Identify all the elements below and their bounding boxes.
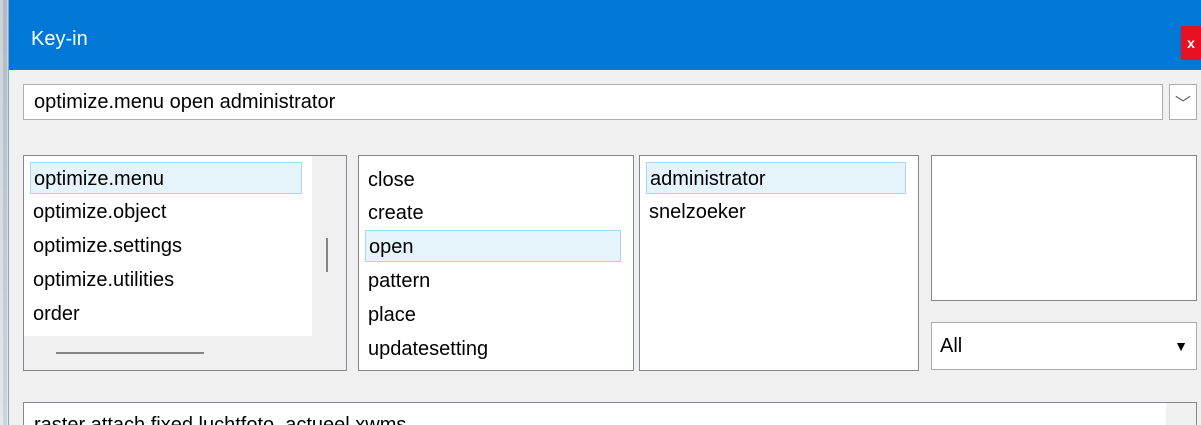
close-button[interactable]: x xyxy=(1181,26,1201,60)
dropdown-arrow-icon: ▼ xyxy=(1174,338,1188,354)
keyin-list-extra[interactable] xyxy=(931,155,1197,301)
list-item[interactable]: raster attach fixed luchtfoto_actueel.xw… xyxy=(34,413,406,425)
vertical-scrollbar[interactable] xyxy=(1166,403,1196,425)
keyin-input[interactable] xyxy=(24,85,1162,119)
filter-selected-value: All xyxy=(940,335,963,357)
list-item[interactable]: optimize.utilities xyxy=(30,264,174,296)
list-item[interactable]: administrator xyxy=(646,162,906,194)
list-item[interactable]: optimize.settings xyxy=(30,230,182,262)
vertical-scrollbar[interactable] xyxy=(312,156,346,370)
filter-dropdown[interactable]: All ▼ xyxy=(931,322,1197,370)
horizontal-scrollbar[interactable] xyxy=(24,336,312,370)
scrollbar-thumb[interactable] xyxy=(326,238,328,272)
list-item[interactable]: pattern xyxy=(365,265,430,297)
keyin-list-targets[interactable]: administrator snelzoeker xyxy=(639,155,919,371)
list-item[interactable]: open xyxy=(365,230,621,262)
list-item[interactable]: create xyxy=(365,197,424,229)
keyin-list-actions[interactable]: close create open pattern place updatese… xyxy=(358,155,634,371)
title-bar[interactable]: Key-in x xyxy=(9,0,1201,70)
list-item[interactable]: order xyxy=(30,298,80,330)
list-item[interactable]: optimize.object xyxy=(30,196,166,228)
list-item[interactable]: place xyxy=(365,299,416,331)
keyin-list-verbs[interactable]: optimize.menu optimize.object optimize.s… xyxy=(23,155,347,371)
keyin-history-dropdown[interactable]: ﹀ xyxy=(1169,84,1197,120)
list-item[interactable]: optimize.menu xyxy=(30,162,302,194)
chevron-down-icon: ﹀ xyxy=(1174,96,1191,113)
keyin-history-list[interactable]: raster attach fixed luchtfoto_actueel.xw… xyxy=(23,402,1197,425)
keyin-dialog: Key-in x ﹀ optimize.menu optimize.object… xyxy=(8,0,1201,425)
list-item[interactable]: updatesetting xyxy=(365,333,488,365)
window-title: Key-in xyxy=(31,28,88,50)
list-item[interactable]: snelzoeker xyxy=(646,196,746,228)
list-item[interactable]: close xyxy=(365,164,415,196)
keyin-field[interactable] xyxy=(23,84,1163,120)
scrollbar-thumb[interactable] xyxy=(56,352,204,354)
